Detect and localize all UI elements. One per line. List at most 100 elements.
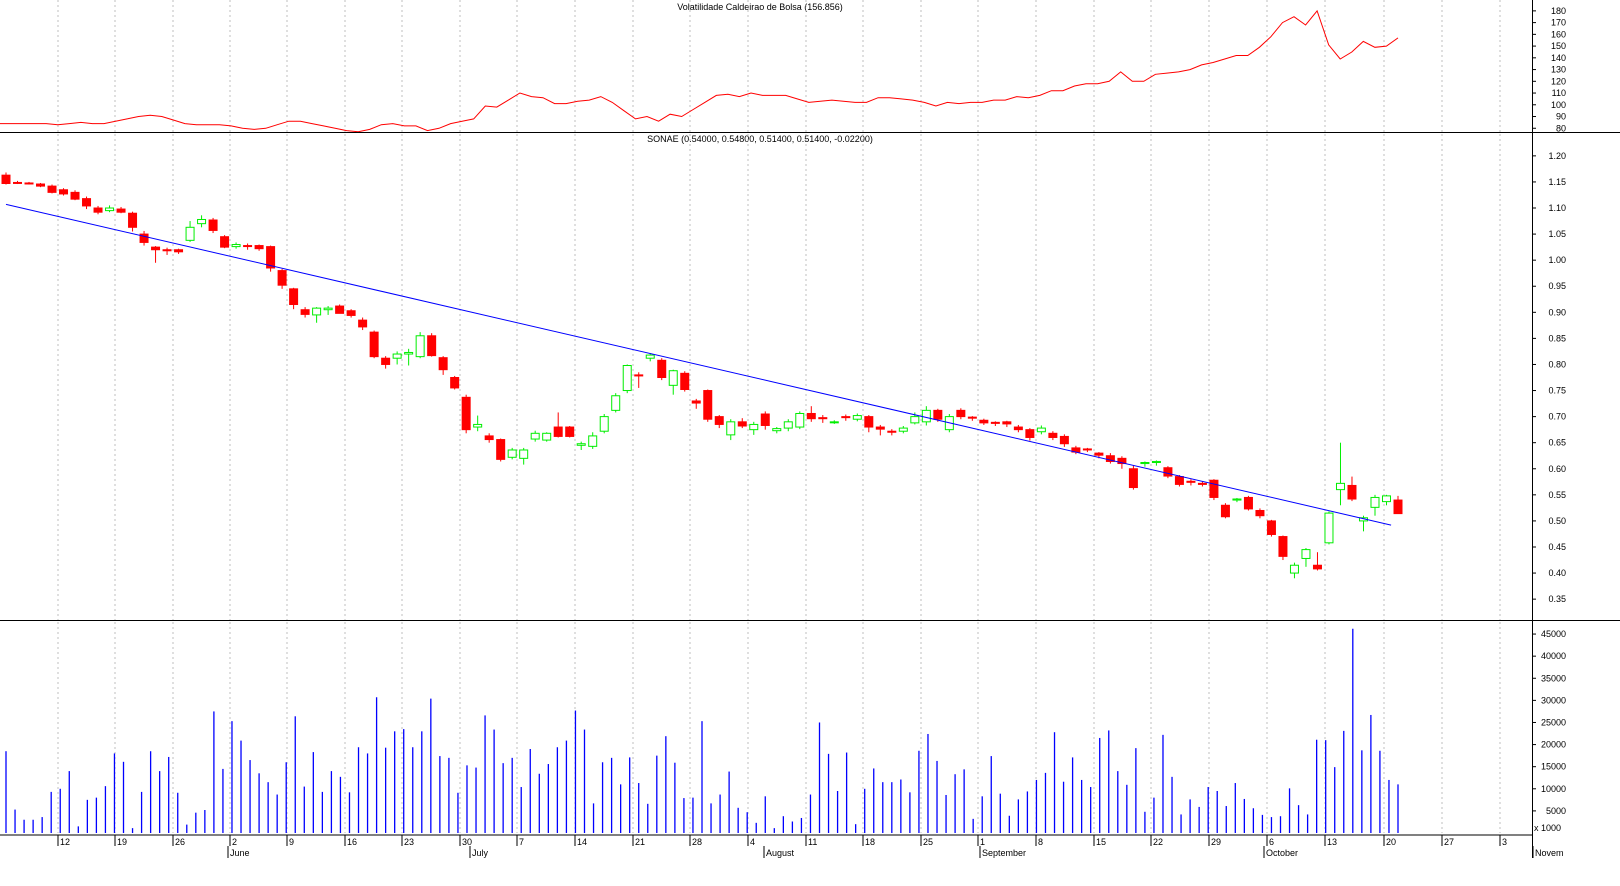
candle-body	[910, 416, 920, 424]
candle-body	[438, 357, 448, 371]
candlesticks	[1, 172, 1403, 579]
y-tick-label: 35000	[1541, 673, 1566, 683]
month-label: August	[766, 848, 795, 858]
candle-body	[818, 417, 828, 420]
y-tick-label: 20000	[1541, 740, 1566, 750]
x-tick-label: 26	[175, 837, 185, 847]
candle-body	[553, 426, 563, 437]
x-tick-label: 12	[60, 837, 70, 847]
candle-body	[530, 432, 540, 440]
candle-body	[1312, 564, 1322, 570]
y-tick-label: 1.20	[1548, 151, 1566, 161]
candle-body	[1243, 496, 1253, 510]
candle-body	[450, 377, 460, 389]
x-tick-label: 4	[750, 837, 755, 847]
y-tick-label: 1.10	[1548, 203, 1566, 213]
trend-line	[5, 203, 1392, 526]
candle-body	[93, 207, 103, 213]
candle-body	[749, 423, 759, 431]
x-tick-label: 25	[923, 837, 933, 847]
y-tick-label: 80	[1556, 123, 1566, 133]
y-tick-label: 180	[1551, 6, 1566, 16]
candle-body	[933, 409, 943, 420]
candle-body	[887, 430, 897, 433]
x-tick-label: 11	[808, 837, 817, 847]
candle-body	[335, 305, 345, 314]
y-tick-label: 120	[1551, 76, 1566, 86]
candle-body	[565, 426, 575, 437]
candle-body	[588, 435, 598, 447]
y-tick-label: 0.75	[1548, 386, 1566, 396]
month-label: July	[472, 848, 489, 858]
y-tick-label: 160	[1551, 29, 1566, 39]
candle-body	[875, 426, 885, 430]
price-panel: SONAE (0.54000, 0.54800, 0.51400, 0.5140…	[1, 134, 1566, 620]
candle-body	[369, 331, 379, 358]
candle-body	[70, 191, 80, 200]
x-tick-label: 16	[347, 837, 357, 847]
candle-body	[898, 427, 908, 432]
candle-body	[36, 183, 46, 187]
candle-body	[1, 174, 11, 184]
y-tick-label: 0.40	[1548, 568, 1566, 578]
volatility-panel: Volatilidade Caldeirao de Bolsa (156.856…	[0, 0, 1566, 133]
y-tick-label: 0.50	[1548, 516, 1566, 526]
candle-body	[243, 245, 253, 248]
candle-body	[427, 335, 437, 357]
candle-body	[772, 428, 782, 432]
price-title: SONAE (0.54000, 0.54800, 0.51400, 0.5140…	[647, 134, 873, 144]
candle-body	[967, 416, 977, 419]
candle-body	[519, 449, 529, 459]
y-tick-label: 1.15	[1548, 177, 1566, 187]
candle-body	[116, 208, 126, 213]
candle-body	[1059, 435, 1069, 445]
x-tick-label: 2	[232, 837, 237, 847]
x-tick-label: 30	[462, 837, 472, 847]
y-tick-label: 1.00	[1548, 255, 1566, 265]
candle-body	[1370, 496, 1380, 508]
candle-body	[760, 413, 770, 426]
candle-body	[151, 246, 161, 251]
candle-body	[1197, 482, 1207, 485]
y-tick-label: 0.85	[1548, 333, 1566, 343]
candle-body	[1174, 476, 1184, 485]
candle-body	[806, 412, 816, 420]
x-tick-label: 18	[865, 837, 875, 847]
month-label: Novem	[1535, 848, 1564, 858]
candle-body	[105, 207, 115, 212]
month-label: September	[982, 848, 1026, 858]
candle-body	[1128, 468, 1138, 489]
y-tick-label: 0.55	[1548, 490, 1566, 500]
candle-body	[737, 421, 747, 427]
candle-body	[277, 270, 287, 286]
y-tick-label: 0.35	[1548, 594, 1566, 604]
candle-body	[680, 372, 690, 390]
candle-body	[611, 395, 621, 411]
y-tick-label: 10000	[1541, 784, 1566, 794]
y-tick-label: 90	[1556, 112, 1566, 122]
candle-body	[300, 309, 310, 315]
x-tick-label: 13	[1327, 837, 1337, 847]
candle-body	[323, 307, 333, 311]
x-tick-label: 9	[289, 837, 294, 847]
y-tick-label: 0.60	[1548, 464, 1566, 474]
candle-body	[783, 421, 793, 429]
candle-body	[1209, 479, 1219, 498]
candle-body	[1151, 460, 1161, 464]
month-label: October	[1266, 848, 1298, 858]
candle-body	[392, 353, 402, 359]
x-tick-label: 28	[692, 837, 702, 847]
candle-body	[1301, 549, 1311, 559]
candle-body	[542, 432, 552, 441]
volume-bars	[5, 628, 1399, 833]
volume-unit-label: x 1000	[1534, 823, 1561, 833]
candle-body	[185, 226, 195, 241]
candle-body	[1278, 536, 1288, 557]
candle-body	[1266, 520, 1276, 535]
candle-body	[1186, 480, 1196, 483]
candle-body	[128, 212, 138, 228]
y-tick-label: 110	[1552, 88, 1566, 98]
month-label: June	[230, 848, 250, 858]
candle-body	[220, 236, 230, 248]
candle-body	[404, 351, 414, 355]
